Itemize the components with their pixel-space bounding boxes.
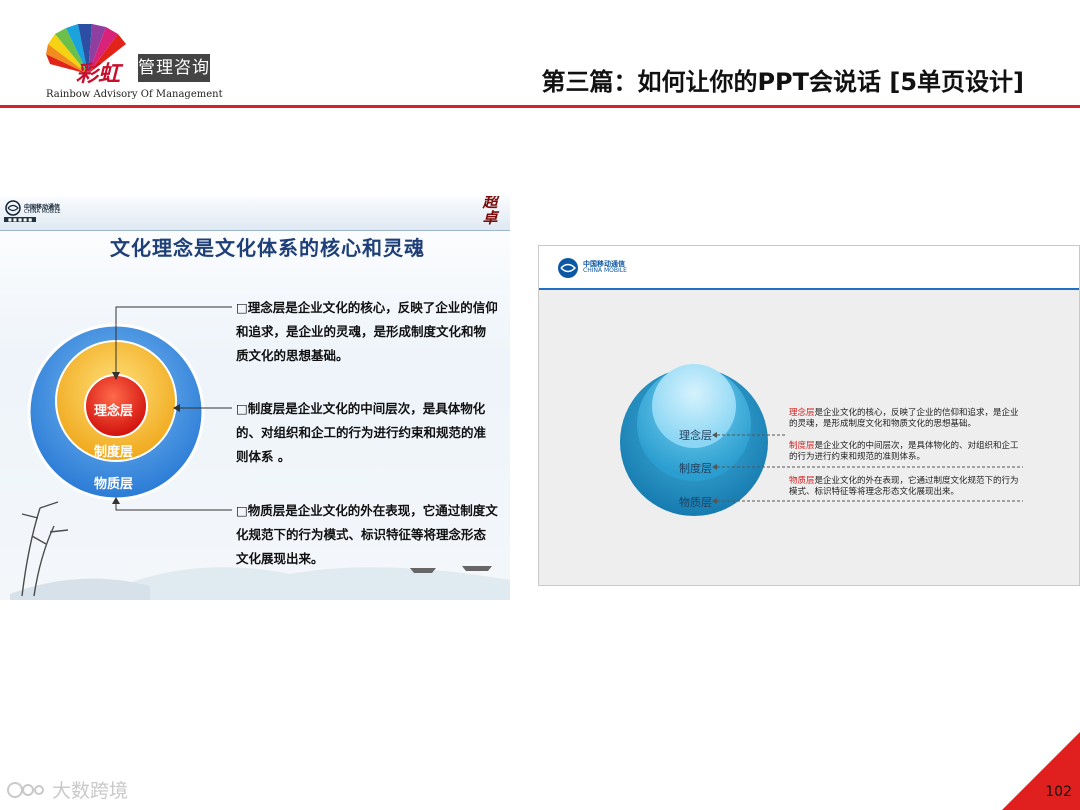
paragraph-concept-layer: □理念层是企业文化的核心，反映了企业的信仰和追求，是企业的灵魂，是形成制度文化和… xyxy=(236,300,498,363)
logo-name-cn: 管理咨询 xyxy=(138,54,210,82)
ring-label-middle: 制度层 xyxy=(94,445,134,460)
page-title: 第三篇：如何让你的PPT会说话 [5单页设计] xyxy=(541,68,1024,96)
circle-label-inner: 理念层 xyxy=(679,429,712,442)
paragraph-system-layer: □制度层是企业文化的中间层次，是具体物化的、对组织和企工的行为进行约束和规范的准… xyxy=(236,401,487,464)
watermark: 大数跨境 xyxy=(6,776,128,803)
logo-mark: 彩虹 xyxy=(76,61,121,87)
note-text: 是企业文化的外在表现，它通过制度文化规范下的行为模式、标识特征等将理念形态文化展… xyxy=(789,476,1019,497)
note-concept-layer: 理念层是企业文化的核心，反映了企业的信仰和追求，是企业的灵魂，是形成制度文化和物… xyxy=(789,408,1021,430)
watermark-text: 大数跨境 xyxy=(52,780,129,802)
note-term: 制度层 xyxy=(789,441,815,451)
note-text: 是企业文化的核心，反映了企业的信仰和追求，是企业的灵魂，是形成制度文化和物质文化… xyxy=(789,408,1019,429)
note-term: 理念层 xyxy=(789,408,815,418)
circle-label-outer: 物质层 xyxy=(679,496,712,509)
header-divider xyxy=(0,105,1080,108)
watermark-logo-icon xyxy=(7,782,44,798)
slide-example-redesigned: 中国移动通信 CHINA MOBILE 理念层 制度层 物质层 理念层是企业文化… xyxy=(538,245,1080,586)
ring-label-outer: 物质层 xyxy=(94,477,134,492)
connector-line xyxy=(115,500,232,511)
circle-label-middle: 制度层 xyxy=(679,462,712,475)
page-number: 102 xyxy=(1045,784,1072,800)
logo-name-en: Rainbow Advisory Of Management xyxy=(46,89,223,100)
note-system-layer: 制度层是企业文化的中间层次，是具体物化的、对组织和企工的行为进行约束和规范的准则… xyxy=(789,441,1021,463)
note-material-layer: 物质层是企业文化的外在表现，它通过制度文化规范下的行为模式、标识特征等将理念形态… xyxy=(789,476,1021,498)
slide-example-original: 中国移动通信 CHINA MOBILE ■ ■ ■ ■ ■ 超卓 文化理念是文化… xyxy=(0,196,510,600)
note-text: 是企业文化的中间层次，是具体物化的、对组织和企工的行为进行约束和规范的准则体系。 xyxy=(789,441,1019,462)
note-term: 物质层 xyxy=(789,476,815,486)
ring-label-inner: 理念层 xyxy=(94,404,134,419)
paragraph-material-layer: □物质层是企业文化的外在表现，它通过制度文化规范下的行为模式、标识特征等将理念形… xyxy=(236,503,498,566)
